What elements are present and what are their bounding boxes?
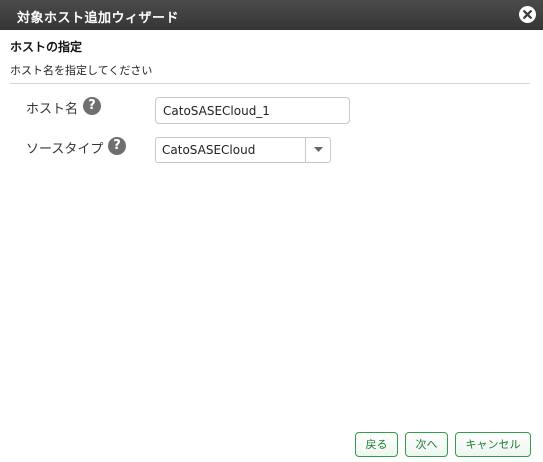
cancel-button[interactable]: キャンセル — [455, 432, 531, 457]
source-type-selected-value: CatoSASECloud — [162, 143, 256, 157]
back-button[interactable]: 戻る — [355, 432, 398, 457]
dialog-titlebar: 対象ホスト追加ウィザード — [0, 0, 543, 30]
next-button[interactable]: 次へ — [405, 432, 448, 457]
source-type-help-icon[interactable]: ? — [108, 137, 126, 155]
close-icon[interactable] — [519, 6, 536, 23]
host-name-label: ホスト名 — [26, 102, 79, 117]
section-title: ホストの指定 — [10, 40, 83, 54]
source-type-label: ソースタイプ — [26, 142, 104, 157]
add-target-host-wizard-dialog: 対象ホスト追加ウィザード ホストの指定 ホスト名を指定してください ホスト名 ?… — [0, 0, 543, 462]
host-name-help-icon[interactable]: ? — [83, 97, 101, 115]
host-name-input[interactable] — [155, 97, 350, 124]
chevron-down-icon[interactable] — [305, 138, 330, 162]
dialog-title: 対象ホスト追加ウィザード — [17, 11, 180, 26]
section-divider — [10, 83, 530, 84]
source-type-select[interactable]: CatoSASECloud — [155, 137, 331, 163]
section-description: ホスト名を指定してください — [10, 64, 153, 77]
